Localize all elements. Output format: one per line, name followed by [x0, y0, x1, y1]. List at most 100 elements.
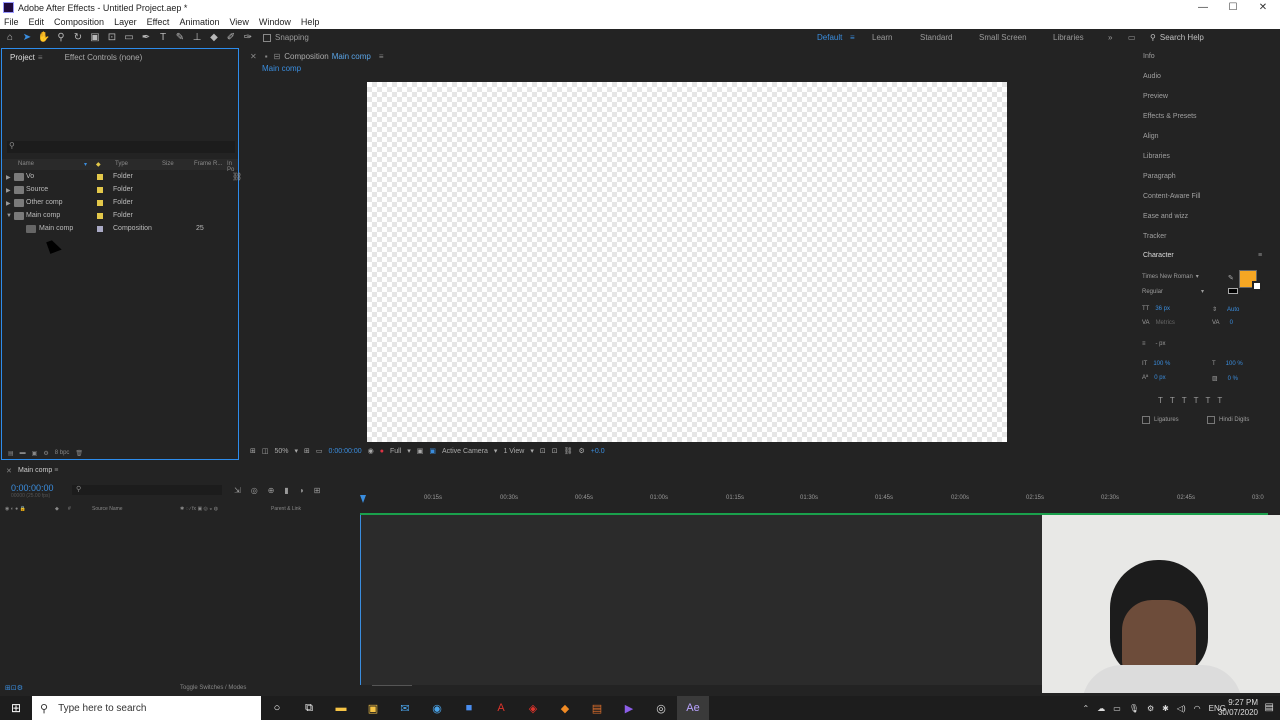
project-item[interactable]: ▶ Source Folder — [2, 184, 238, 197]
zoom-slider[interactable] — [372, 685, 412, 686]
zoom-app-icon[interactable]: ■ — [453, 696, 485, 720]
expand-arrow-icon[interactable]: ▶ — [6, 174, 11, 181]
menu-animation[interactable]: Animation — [179, 17, 219, 27]
cortana-icon[interactable]: ○ — [261, 696, 293, 720]
eyedropper-icon[interactable]: ✎ — [1228, 274, 1234, 282]
timeline-switch-icons[interactable]: ⇲◎⊕▮◑⊞ — [234, 486, 330, 495]
workspace-learn[interactable]: Learn — [872, 29, 892, 46]
roto-brush-tool-icon[interactable]: ✐ — [224, 31, 238, 45]
expand-arrow-icon[interactable]: ▶ — [6, 200, 11, 207]
layer-number-icon[interactable]: # — [68, 506, 71, 512]
store-icon[interactable]: ▣ — [357, 696, 389, 720]
flowchart-icon[interactable]: ⛓ — [564, 447, 573, 455]
lock-icon[interactable]: ▪ — [265, 52, 268, 61]
column-frame-rate[interactable]: Frame R... — [194, 161, 222, 167]
close-tab-icon[interactable]: ✕ — [6, 467, 12, 475]
app-orange-icon[interactable]: ◆ — [549, 696, 581, 720]
composition-canvas[interactable] — [367, 82, 1007, 442]
workspace-menu-icon[interactable]: ≡ — [850, 29, 855, 46]
hindi-digits-checkbox[interactable]: Hindi Digits — [1207, 416, 1249, 424]
menu-edit[interactable]: Edit — [29, 17, 45, 27]
notification-icon[interactable]: ▤ — [1265, 702, 1274, 713]
leading-field[interactable]: ⇕ Auto — [1212, 306, 1239, 314]
snapping-toggle[interactable]: Snapping — [263, 33, 309, 42]
project-item[interactable]: ▼ Main comp Folder — [2, 210, 238, 223]
character-panel-title[interactable]: Character — [1143, 252, 1174, 259]
menu-view[interactable]: View — [229, 17, 248, 27]
ligatures-box[interactable] — [1142, 416, 1150, 424]
acrobat-icon[interactable]: A — [485, 696, 517, 720]
column-source-name[interactable]: Source Name — [92, 506, 123, 512]
rotate-tool-icon[interactable]: ↻ — [71, 31, 85, 45]
battery-icon[interactable]: ▭ — [1113, 704, 1121, 713]
trash-icon[interactable]: 🗑 — [75, 450, 83, 457]
panel-audio[interactable]: Audio — [1143, 73, 1161, 80]
app-red-icon[interactable]: ◈ — [517, 696, 549, 720]
timeline-footer-icons[interactable]: ⊞⊡⚙ — [5, 684, 23, 692]
search-help[interactable]: ⚲ Search Help — [1150, 29, 1204, 46]
close-button[interactable]: ✕ — [1248, 0, 1278, 15]
menu-file[interactable]: File — [4, 17, 19, 27]
time-ruler[interactable]: 00:15s 00:30s 00:45s 01:00s 01:15s 01:30… — [360, 487, 1268, 509]
switches-icons[interactable]: ✱ ◌ ∕ fx ▣ ◎ ◒ ◍ — [180, 506, 218, 512]
composition-flow-tab[interactable]: Main comp — [244, 64, 1130, 76]
panel-menu-icon[interactable]: ≡ — [1258, 252, 1262, 259]
puppet-pin-tool-icon[interactable]: ✑ — [241, 31, 255, 45]
chrome-icon[interactable]: ◉ — [421, 696, 453, 720]
column-parent-link[interactable]: Parent & Link — [271, 506, 301, 512]
menu-effect[interactable]: Effect — [147, 17, 170, 27]
panel-content-aware-fill[interactable]: Content-Aware Fill — [1143, 193, 1200, 200]
microphone-icon[interactable]: 🎙 — [1129, 704, 1139, 713]
text-style-buttons[interactable]: TTTTTT — [1158, 396, 1229, 405]
hindi-digits-box[interactable] — [1207, 416, 1215, 424]
transparency-grid-icon[interactable]: ▣ — [417, 447, 424, 455]
brush-tool-icon[interactable]: ✎ — [173, 31, 187, 45]
vertical-scale-field[interactable]: IT 100 % — [1142, 361, 1170, 367]
settings-icon[interactable]: ⚙ — [1147, 704, 1154, 713]
3d-view-icon[interactable]: ▣ — [429, 447, 436, 455]
project-item[interactable]: ▶ Vo Folder ⛓ — [2, 171, 242, 184]
region-interest-icon[interactable]: ▭ — [316, 447, 323, 455]
selection-tool-icon[interactable]: ➤ — [20, 31, 34, 45]
type-tool-icon[interactable]: T — [156, 31, 170, 45]
maximize-button[interactable]: ☐ — [1218, 0, 1248, 15]
grid-icon[interactable]: ⊞ — [304, 447, 310, 455]
snapshot-icon[interactable]: ◉ — [368, 447, 374, 455]
fast-preview-icon[interactable]: ⊡ — [552, 447, 558, 455]
always-preview-icon[interactable]: ⊞ — [250, 447, 256, 455]
exposure-value[interactable]: +0.0 — [591, 448, 605, 455]
playhead-icon[interactable] — [360, 495, 366, 503]
onedrive-icon[interactable]: ☁ — [1097, 704, 1105, 713]
taskbar-clock[interactable]: 9:27 PM 30/07/2020 — [1218, 698, 1258, 718]
menu-help[interactable]: Help — [301, 17, 320, 27]
panel-ease-and-wizz[interactable]: Ease and wizz — [1143, 213, 1188, 220]
project-search-input[interactable]: ⚲ — [7, 141, 235, 153]
font-style-select[interactable]: Regular ▾ — [1142, 288, 1204, 296]
zoom-select[interactable]: 50% — [275, 448, 289, 455]
masks-icon[interactable]: ◫ — [262, 447, 269, 455]
tray-chevron-icon[interactable]: ⌃ — [1083, 704, 1090, 713]
zoom-tool-icon[interactable]: ⚲ — [54, 31, 68, 45]
workspace-standard[interactable]: Standard — [920, 29, 952, 46]
minimize-button[interactable]: — — [1188, 0, 1218, 15]
baseline-shift-field[interactable]: Aª 0 px — [1142, 375, 1166, 381]
workspace-small-screen[interactable]: Small Screen — [979, 29, 1027, 46]
flowchart-icon[interactable]: ⛓ — [232, 172, 242, 181]
composition-tab-name[interactable]: Main comp — [332, 52, 371, 61]
network-icon[interactable]: ✱ — [1162, 704, 1169, 713]
collapse-arrow-icon[interactable]: ▼ — [6, 213, 12, 219]
rectangle-tool-icon[interactable]: ▭ — [122, 31, 136, 45]
wifi-icon[interactable]: ◠ — [1194, 704, 1201, 713]
workspace-libraries[interactable]: Libraries — [1053, 29, 1084, 46]
composition-tab-prefix[interactable]: Composition — [284, 52, 328, 61]
workspace-default[interactable]: Default — [817, 29, 842, 46]
interpret-footage-icon[interactable]: ▤ — [8, 450, 14, 457]
panel-libraries[interactable]: Libraries — [1143, 153, 1170, 160]
panel-effects-presets[interactable]: Effects & Presets — [1143, 113, 1197, 120]
current-time[interactable]: 0:00:00:00 — [329, 448, 362, 455]
taskbar-search-input[interactable]: ⚲ Type here to search — [32, 696, 261, 720]
chevron-down-icon[interactable]: ▾ — [407, 447, 411, 455]
stroke-color-swatch[interactable] — [1252, 281, 1262, 291]
tab-effect-controls[interactable]: Effect Controls (none) — [65, 53, 143, 62]
kerning-field[interactable]: VA Metrics — [1142, 320, 1175, 326]
